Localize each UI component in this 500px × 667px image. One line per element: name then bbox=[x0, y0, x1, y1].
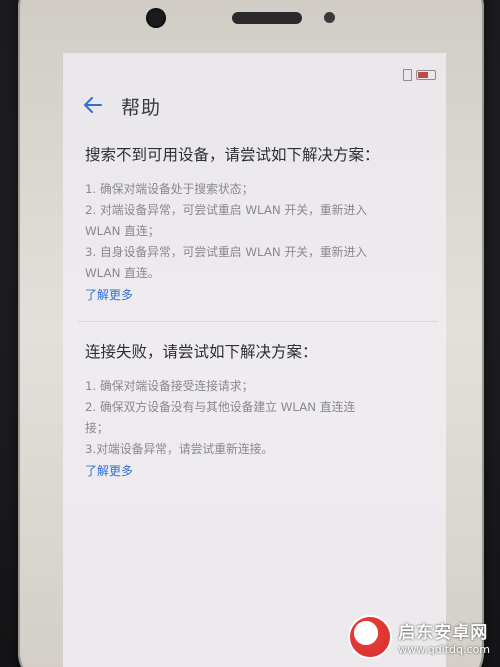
learn-more-link[interactable]: 了解更多 bbox=[85, 461, 133, 481]
section-line: 2. 对端设备异常，可尝试重启 WLAN 开关，重新进入 bbox=[85, 203, 368, 217]
section-line: WLAN 直连； bbox=[85, 224, 160, 238]
sim-card-icon bbox=[403, 69, 412, 81]
phone-screen: 帮助 搜索不到可用设备，请尝试如下解决方案： 1. 确保对端设备处于搜索状态； … bbox=[63, 53, 446, 667]
watermark-name: 启东安卓网 bbox=[398, 623, 489, 643]
page-title: 帮助 bbox=[121, 97, 162, 119]
watermark-logo-icon bbox=[348, 615, 393, 659]
section-line: 1. 确保对端设备处于搜索状态； bbox=[85, 182, 254, 196]
section-line: 2. 确保双方设备没有与其他设备建立 WLAN 直连连 bbox=[85, 400, 356, 414]
app-header: 帮助 bbox=[63, 83, 446, 127]
site-watermark: 启东安卓网 www.qdltdq.com bbox=[348, 615, 490, 659]
section-divider bbox=[78, 321, 438, 322]
section-line: 3.对端设备异常，请尝试重新连接。 bbox=[85, 442, 274, 456]
watermark-url: www.qdltdq.com bbox=[398, 643, 490, 656]
front-camera bbox=[146, 8, 166, 28]
section-title: 连接失败，请尝试如下解决方案： bbox=[85, 343, 318, 361]
section-title: 搜索不到可用设备，请尝试如下解决方案： bbox=[85, 146, 380, 164]
arrow-left-icon[interactable] bbox=[79, 91, 107, 119]
section-line: WLAN 直连。 bbox=[85, 266, 160, 280]
proximity-sensor bbox=[324, 12, 335, 23]
status-bar bbox=[63, 53, 446, 83]
help-content: 搜索不到可用设备，请尝试如下解决方案： 1. 确保对端设备处于搜索状态； 2. … bbox=[78, 145, 438, 481]
section-line: 接； bbox=[85, 421, 109, 435]
help-section-connection-failed: 连接失败，请尝试如下解决方案： 1. 确保对端设备接受连接请求； 2. 确保双方… bbox=[85, 342, 435, 481]
learn-more-link[interactable]: 了解更多 bbox=[85, 285, 133, 305]
section-line: 1. 确保对端设备接受连接请求； bbox=[85, 379, 254, 393]
help-section-no-devices: 搜索不到可用设备，请尝试如下解决方案： 1. 确保对端设备处于搜索状态； 2. … bbox=[85, 145, 435, 305]
section-line: 3. 自身设备异常，可尝试重启 WLAN 开关，重新进入 bbox=[85, 245, 368, 259]
battery-icon bbox=[416, 70, 436, 80]
earpiece-speaker bbox=[232, 12, 302, 24]
